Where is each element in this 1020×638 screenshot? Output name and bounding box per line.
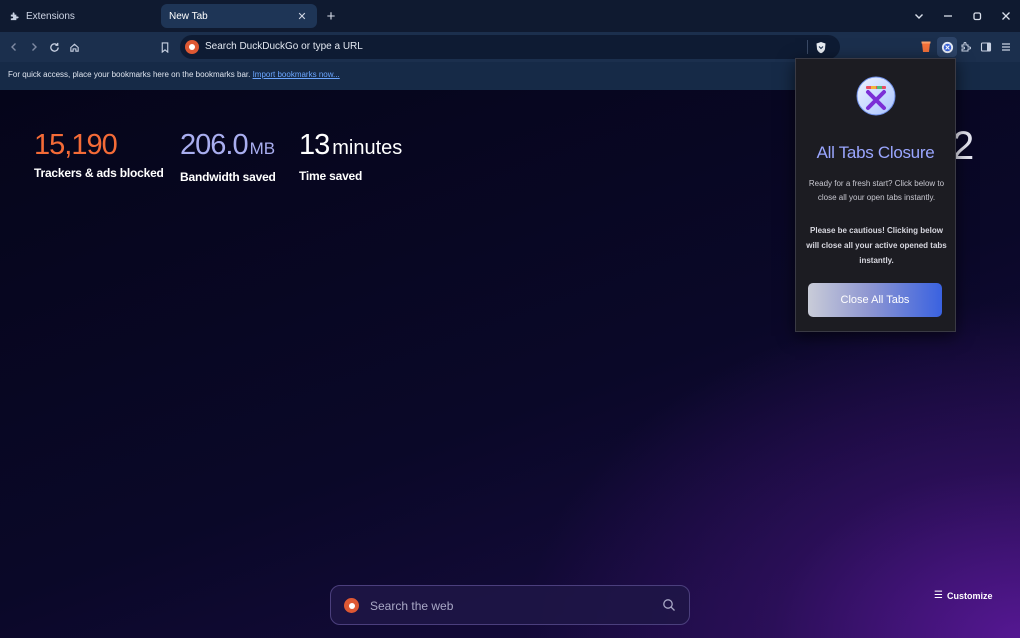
bandwidth-value-row: 206.0 MB xyxy=(180,128,276,166)
brave-rewards-icon[interactable] xyxy=(916,37,936,57)
bandwidth-label: Bandwidth saved xyxy=(180,170,276,184)
tab-label: New Tab xyxy=(169,10,208,22)
popup-description: Ready for a fresh start? Click below to … xyxy=(808,179,945,202)
close-all-tabs-button[interactable]: Close All Tabs xyxy=(808,283,942,317)
reload-icon[interactable] xyxy=(46,39,62,55)
bandwidth-unit: MB xyxy=(249,139,276,158)
search-web-box[interactable]: Search the web xyxy=(330,585,690,625)
tab-new-tab[interactable]: New Tab ✕ xyxy=(161,4,317,28)
duckduckgo-icon xyxy=(185,40,199,54)
popup-title: All Tabs Closure xyxy=(816,143,935,162)
customize-label: Customize xyxy=(946,590,993,601)
all-tabs-closure-logo-icon xyxy=(856,76,896,116)
customize-button[interactable]: ☰ Customize xyxy=(934,590,992,601)
tab-label: Extensions xyxy=(26,10,75,22)
trackers-label: Trackers & ads blocked xyxy=(34,166,164,180)
window-controls xyxy=(904,0,1020,32)
stat-bandwidth: 206.0 MB Bandwidth saved xyxy=(180,128,276,184)
bookmark-icon[interactable] xyxy=(157,39,173,55)
close-tab-icon[interactable]: ✕ xyxy=(295,9,309,23)
tab-extensions[interactable]: Extensions xyxy=(0,4,158,28)
tab-strip: Extensions New Tab ✕ + xyxy=(0,0,1020,32)
search-web-placeholder: Search the web xyxy=(370,599,454,613)
restore-button[interactable] xyxy=(962,0,991,32)
trackers-count: 15,190 xyxy=(34,129,118,161)
time-value: 13 xyxy=(299,129,330,161)
brave-shield-icon[interactable] xyxy=(814,40,828,54)
import-bookmarks-link[interactable]: Import bookmarks now... xyxy=(253,70,340,79)
extension-popup: All Tabs Closure Ready for a fresh start… xyxy=(795,58,956,332)
minimize-button[interactable] xyxy=(933,0,962,32)
puzzle-icon xyxy=(8,10,20,22)
forward-icon[interactable] xyxy=(26,39,42,55)
stat-time: 13 minutes Time saved xyxy=(299,128,402,183)
bandwidth-value: 206.0 xyxy=(180,129,249,161)
search-icon[interactable] xyxy=(662,598,677,613)
all-tabs-closure-extension-icon[interactable] xyxy=(937,37,957,57)
duckduckgo-icon xyxy=(344,598,359,613)
divider xyxy=(807,40,808,54)
sliders-icon: ☰ xyxy=(934,590,943,601)
popup-warning: Please be cautious! Clicking below will … xyxy=(806,226,947,265)
tab-search-chevron-icon[interactable] xyxy=(904,0,933,32)
menu-icon[interactable] xyxy=(996,37,1016,57)
bookmarks-bar-message: For quick access, place your bookmarks h… xyxy=(8,70,251,79)
stat-trackers: 15,190 Trackers & ads blocked xyxy=(34,128,164,180)
time-value-row: 13 minutes xyxy=(299,128,402,165)
time-unit: minutes xyxy=(332,137,403,159)
address-bar-placeholder: Search DuckDuckGo or type a URL xyxy=(205,41,363,52)
new-tab-button[interactable]: + xyxy=(322,7,340,25)
time-label: Time saved xyxy=(299,169,363,183)
extensions-puzzle-icon[interactable] xyxy=(956,37,976,57)
browser-window: Extensions New Tab ✕ + Search DuckDuckGo… xyxy=(0,0,1020,638)
home-icon[interactable] xyxy=(66,39,82,55)
sidebar-icon[interactable] xyxy=(976,37,996,57)
back-icon[interactable] xyxy=(6,39,22,55)
close-window-button[interactable] xyxy=(991,0,1020,32)
address-bar[interactable]: Search DuckDuckGo or type a URL xyxy=(180,35,840,59)
